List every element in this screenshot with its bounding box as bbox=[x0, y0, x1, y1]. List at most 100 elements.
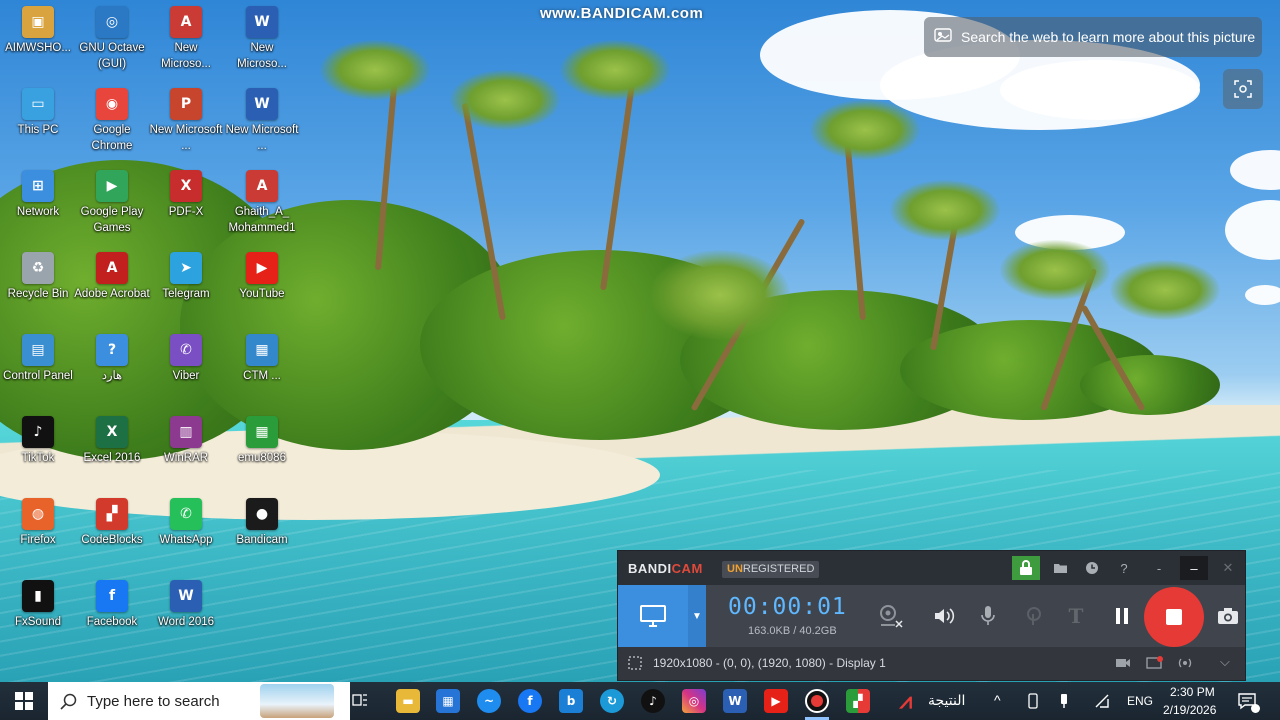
taskbar-codeblocks[interactable]: ▞ bbox=[846, 689, 870, 713]
bandicam-record-icon bbox=[811, 695, 823, 707]
mouse-click-effect-button[interactable] bbox=[1014, 585, 1054, 647]
desktop-icon[interactable]: ? هارد bbox=[74, 330, 150, 410]
clock-button[interactable] bbox=[1078, 556, 1106, 580]
pause-icon bbox=[1116, 608, 1128, 624]
desktop-icon[interactable]: W New Microsoft ... bbox=[224, 84, 300, 164]
pause-button[interactable] bbox=[1102, 585, 1142, 647]
desktop-icon[interactable]: ◎ GNU Octave (GUI) bbox=[74, 2, 150, 82]
desktop-icon[interactable]: ▦ CTM ... bbox=[224, 330, 300, 410]
screenshot-button[interactable] bbox=[1208, 585, 1248, 647]
taskbar-file-explorer[interactable]: ▬ bbox=[396, 689, 420, 713]
youtube-icon: ▶ bbox=[771, 694, 781, 708]
desktop-icon[interactable]: ▦ emu8086 bbox=[224, 412, 300, 492]
phone-link-icon[interactable] bbox=[1026, 693, 1040, 709]
desktop-icon[interactable]: A Ghaith_A_ Mohammed1 bbox=[224, 166, 300, 246]
search-highlight-image[interactable] bbox=[260, 684, 334, 718]
bandicam-titlebar[interactable]: BANDICAM UNREGISTERED ? - – ✕ bbox=[618, 551, 1245, 585]
desktop-icon[interactable]: ✆ Viber bbox=[148, 330, 224, 410]
tray-overflow-chevron[interactable]: ^ bbox=[994, 692, 1001, 708]
broadcast-icon[interactable] bbox=[1176, 656, 1194, 670]
video-icon[interactable] bbox=[1115, 657, 1131, 669]
desktop-app-icon: ▦ bbox=[246, 334, 278, 366]
desktop-icon[interactable]: ◍ Firefox bbox=[0, 494, 76, 574]
microphone-button[interactable] bbox=[968, 585, 1008, 647]
desktop-icon[interactable]: ▞ CodeBlocks bbox=[74, 494, 150, 574]
desktop-icon[interactable]: X PDF-X bbox=[148, 166, 224, 246]
desktop-icon-label: Network bbox=[16, 206, 60, 218]
close-button[interactable]: ✕ bbox=[1214, 556, 1242, 580]
recording-timer: 00:00:01 bbox=[728, 594, 847, 620]
microphone-icon bbox=[981, 606, 995, 625]
folder-icon: ▬ bbox=[402, 694, 414, 708]
network-icon[interactable] bbox=[1094, 693, 1110, 709]
webcam-overlay-button[interactable] bbox=[870, 585, 910, 647]
desktop-icon[interactable]: ▶ YouTube bbox=[224, 248, 300, 328]
taskbar-facebook[interactable]: f bbox=[518, 689, 542, 713]
search-banner-text: Search the web to learn more about this … bbox=[961, 29, 1256, 45]
desktop-icon[interactable]: ▭ This PC bbox=[0, 84, 76, 164]
desktop-icon[interactable]: W New Microso... bbox=[224, 2, 300, 82]
desktop-icon[interactable]: A New Microso... bbox=[148, 2, 224, 82]
taskbar-messenger[interactable]: ~ bbox=[477, 689, 501, 713]
desktop-icon[interactable]: ✆ WhatsApp bbox=[148, 494, 224, 574]
desktop-icon[interactable]: ♻ Recycle Bin bbox=[0, 248, 76, 328]
status-chevron-down-icon[interactable]: ⌵ bbox=[1220, 654, 1230, 670]
taskbar-arabic-app[interactable]: ⩘ bbox=[894, 689, 918, 714]
usb-device-icon[interactable] bbox=[1058, 693, 1070, 709]
visual-search-lens-button[interactable] bbox=[1223, 69, 1263, 109]
taskbar-bing[interactable]: b bbox=[559, 689, 583, 713]
taskbar-bandicam[interactable] bbox=[805, 689, 829, 713]
taskbar-youtube[interactable]: ▶ bbox=[764, 689, 788, 713]
lock-icon bbox=[1020, 560, 1032, 575]
taskbar-word[interactable]: W bbox=[723, 689, 747, 713]
collapse-button[interactable]: - bbox=[1145, 556, 1173, 580]
lock-button[interactable] bbox=[1012, 556, 1040, 580]
bandicam-window[interactable]: BANDICAM UNREGISTERED ? - – ✕ ▼ 00:00:01… bbox=[617, 550, 1246, 681]
help-button[interactable]: ? bbox=[1110, 556, 1138, 580]
clock-time[interactable]: 2:30 PM bbox=[1170, 685, 1215, 699]
desktop-icon[interactable]: ▮ FxSound bbox=[0, 576, 76, 656]
taskbar-search-box[interactable]: Type here to search bbox=[48, 682, 350, 720]
input-language[interactable]: ENG bbox=[1127, 694, 1153, 708]
desktop-icon-label: New Microsoft ... bbox=[149, 124, 223, 152]
text-overlay-button[interactable]: T bbox=[1056, 585, 1096, 647]
desktop-icon-label: FxSound bbox=[14, 616, 62, 628]
windows-logo-icon bbox=[15, 692, 33, 710]
desktop-app-icon: W bbox=[246, 6, 278, 38]
taskbar-sync[interactable]: ↻ bbox=[600, 689, 624, 713]
folder-button[interactable] bbox=[1046, 556, 1074, 580]
desktop-icon[interactable]: A Adobe Acrobat bbox=[74, 248, 150, 328]
visual-search-banner[interactable]: Search the web to learn more about this … bbox=[924, 17, 1262, 57]
screen-mode-button[interactable] bbox=[618, 585, 688, 647]
desktop-icon[interactable]: ▣ AIMWSHO... bbox=[0, 2, 76, 82]
desktop-icon-label: This PC bbox=[17, 124, 59, 136]
record-target-icon[interactable] bbox=[1146, 656, 1164, 670]
taskbar-tiktok[interactable]: ♪ bbox=[641, 689, 665, 713]
desktop-icon[interactable]: ⊞ Network bbox=[0, 166, 76, 246]
desktop-icon[interactable]: X Excel 2016 bbox=[74, 412, 150, 492]
desktop-icon[interactable]: ▤ Control Panel bbox=[0, 330, 76, 410]
task-view-button[interactable] bbox=[346, 682, 374, 720]
speaker-button[interactable] bbox=[924, 585, 964, 647]
start-button[interactable] bbox=[0, 682, 48, 720]
stop-record-button[interactable] bbox=[1144, 587, 1204, 647]
taskbar-instagram[interactable]: ◎ bbox=[682, 689, 706, 713]
desktop-icon[interactable]: ● Bandicam bbox=[224, 494, 300, 574]
desktop-icon[interactable]: P New Microsoft ... bbox=[148, 84, 224, 164]
unregistered-badge[interactable]: UNREGISTERED bbox=[722, 561, 820, 578]
desktop-icon[interactable]: ➤ Telegram bbox=[148, 248, 224, 328]
taskbar-arabic-label[interactable]: النتيجة bbox=[928, 693, 965, 709]
desktop-app-icon: ✆ bbox=[170, 334, 202, 366]
desktop-app-icon: ♻ bbox=[22, 252, 54, 284]
taskbar-store[interactable]: ▦ bbox=[436, 689, 460, 713]
minimize-button[interactable]: – bbox=[1180, 556, 1208, 580]
desktop-icon[interactable]: f Facebook bbox=[74, 576, 150, 656]
screen-mode-dropdown[interactable]: ▼ bbox=[688, 585, 706, 647]
desktop-icon[interactable]: ◉ Google Chrome bbox=[74, 84, 150, 164]
clock-date[interactable]: 2/19/2026 bbox=[1163, 703, 1216, 717]
lens-scan-icon bbox=[1234, 80, 1252, 98]
desktop-icon[interactable]: W Word 2016 bbox=[148, 576, 224, 656]
desktop-icon[interactable]: ▥ WinRAR bbox=[148, 412, 224, 492]
desktop-icon[interactable]: ▶ Google Play Games bbox=[74, 166, 150, 246]
desktop-icon[interactable]: ♪ TikTok bbox=[0, 412, 76, 492]
